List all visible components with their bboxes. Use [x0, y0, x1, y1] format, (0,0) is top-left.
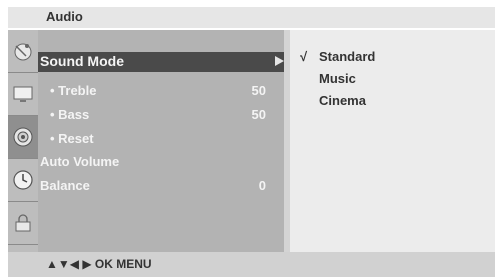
lock-icon: [15, 214, 31, 232]
menu-title: Audio: [46, 9, 83, 24]
category-tab-picture[interactable]: [8, 73, 38, 116]
navigation-hint-bar: ▲▼◀ ▶ OK MENU: [8, 252, 495, 277]
category-tab-audio[interactable]: [8, 116, 38, 159]
category-icon-bar: [8, 30, 38, 252]
menu-item-label: • Reset: [50, 131, 94, 146]
menu-header: Audio: [8, 7, 495, 28]
satellite-dish-icon: [14, 43, 32, 61]
menu-item-value: 50: [251, 107, 266, 122]
category-tab-satellite[interactable]: [8, 30, 38, 73]
menu-item-label: Sound Mode: [40, 53, 124, 69]
clock-icon: [13, 170, 33, 190]
speaker-icon: [13, 127, 33, 147]
menu-item-balance[interactable]: Balance 0: [38, 177, 284, 197]
submenu-arrow-icon: [275, 56, 284, 66]
option-label: Music: [319, 71, 356, 86]
category-tab-lock[interactable]: [8, 202, 38, 245]
menu-item-value: 50: [251, 83, 266, 98]
menu-item-reset[interactable]: • Reset: [38, 130, 284, 150]
menu-item-bass[interactable]: • Bass 50: [38, 106, 284, 126]
checkmark-icon: √: [300, 49, 308, 64]
menu-item-auto-volume[interactable]: Auto Volume: [38, 153, 284, 173]
option-standard[interactable]: √ Standard: [300, 49, 375, 64]
category-tab-time[interactable]: [8, 159, 38, 202]
menu-item-value: 0: [258, 178, 266, 193]
menu-item-label: • Treble: [50, 83, 97, 98]
navigation-hint: ▲▼◀ ▶ OK MENU: [46, 257, 152, 271]
option-label: Standard: [319, 49, 376, 64]
menu-item-label: Balance: [40, 178, 90, 193]
picture-icon: [13, 86, 33, 102]
menu-item-label: Auto Volume: [40, 154, 120, 169]
menu-item-label: • Bass: [50, 107, 90, 122]
option-music[interactable]: Music: [300, 71, 356, 86]
option-cinema[interactable]: Cinema: [300, 93, 366, 108]
option-label: Cinema: [319, 93, 366, 108]
menu-item-treble[interactable]: • Treble 50: [38, 82, 284, 102]
menu-item-sound-mode[interactable]: Sound Mode: [38, 52, 284, 72]
